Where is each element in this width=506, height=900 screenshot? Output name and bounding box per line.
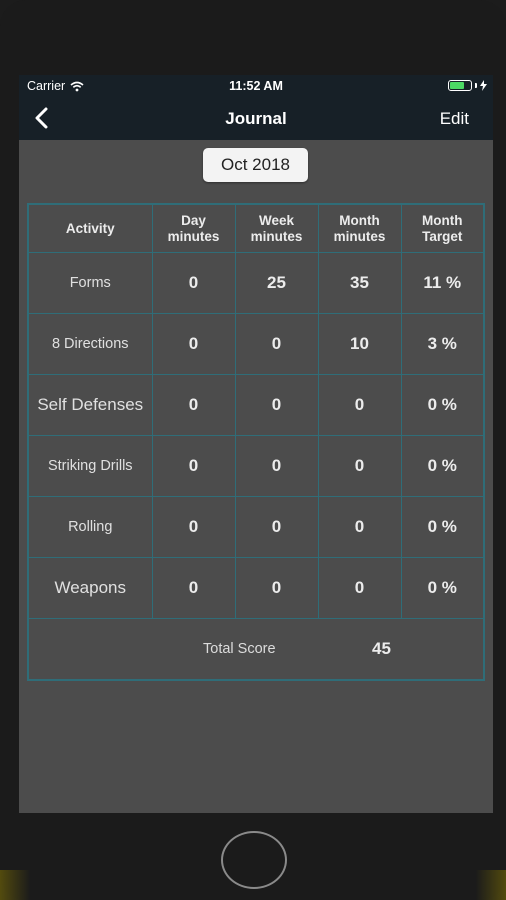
month-target-cell: 0 % bbox=[400, 374, 485, 436]
activity-cell: 8 Directions bbox=[27, 313, 153, 375]
day-minutes-cell: 0 bbox=[151, 374, 236, 436]
header-month-target: Month Target bbox=[400, 203, 485, 253]
month-minutes-cell: 0 bbox=[317, 374, 402, 436]
home-button[interactable] bbox=[221, 831, 287, 889]
charging-bolt-icon bbox=[480, 80, 487, 91]
table-row[interactable]: 8 Directions 0 0 10 3 % bbox=[27, 313, 485, 375]
table-header-row: Activity Day minutes Week minutes Month … bbox=[27, 203, 485, 253]
month-target-cell: 3 % bbox=[400, 313, 485, 375]
activity-cell: Rolling bbox=[27, 496, 153, 558]
phone-frame: Carrier 11:52 AM Journal Edit Oct 2018 A… bbox=[0, 0, 506, 900]
activity-cell: Forms bbox=[27, 252, 153, 314]
activity-cell: Weapons bbox=[27, 557, 153, 619]
month-target-cell: 11 % bbox=[400, 252, 485, 314]
month-target-cell: 0 % bbox=[400, 435, 485, 497]
week-minutes-cell: 0 bbox=[234, 557, 319, 619]
activity-cell: Self Defenses bbox=[27, 374, 153, 436]
month-minutes-cell: 35 bbox=[317, 252, 402, 314]
month-minutes-cell: 0 bbox=[317, 496, 402, 558]
table-row[interactable]: Self Defenses 0 0 0 0 % bbox=[27, 374, 485, 436]
week-minutes-cell: 0 bbox=[234, 435, 319, 497]
total-score-value: 45 bbox=[372, 639, 391, 658]
total-wrap: Total Score 45 bbox=[29, 619, 483, 679]
header-day-minutes: Day minutes bbox=[151, 203, 236, 253]
header-month-minutes-label: Month minutes bbox=[333, 212, 386, 244]
week-minutes-cell: 0 bbox=[234, 374, 319, 436]
header-week-minutes: Week minutes bbox=[234, 203, 319, 253]
month-target-cell: 0 % bbox=[400, 496, 485, 558]
app-screen: Carrier 11:52 AM Journal Edit Oct 2018 A… bbox=[19, 75, 493, 813]
status-bar: Carrier 11:52 AM bbox=[19, 75, 493, 97]
battery-icon bbox=[448, 80, 472, 91]
table-row[interactable]: Striking Drills 0 0 0 0 % bbox=[27, 435, 485, 497]
day-minutes-cell: 0 bbox=[151, 435, 236, 497]
day-minutes-cell: 0 bbox=[151, 252, 236, 314]
header-day-minutes-label: Day minutes bbox=[167, 212, 220, 244]
month-minutes-cell: 0 bbox=[317, 435, 402, 497]
total-cell: Total Score 45 bbox=[27, 618, 485, 681]
day-minutes-cell: 0 bbox=[151, 557, 236, 619]
table-row[interactable]: Weapons 0 0 0 0 % bbox=[27, 557, 485, 619]
page-title: Journal bbox=[225, 109, 287, 128]
total-score-label: Total Score bbox=[203, 641, 276, 657]
month-minutes-cell: 0 bbox=[317, 557, 402, 619]
header-week-minutes-label: Week minutes bbox=[250, 212, 303, 244]
header-month-target-label: Month Target bbox=[422, 212, 463, 244]
total-row: Total Score 45 bbox=[27, 618, 485, 681]
header-month-minutes: Month minutes bbox=[317, 203, 402, 253]
battery-cap bbox=[475, 83, 477, 88]
header-activity: Activity bbox=[27, 203, 153, 253]
week-minutes-cell: 0 bbox=[234, 496, 319, 558]
table-row[interactable]: Forms 0 25 35 11 % bbox=[27, 252, 485, 314]
table-row[interactable]: Rolling 0 0 0 0 % bbox=[27, 496, 485, 558]
status-time: 11:52 AM bbox=[229, 79, 283, 93]
edit-button[interactable]: Edit bbox=[440, 109, 469, 129]
battery-fill bbox=[450, 82, 464, 89]
month-minutes-cell: 10 bbox=[317, 313, 402, 375]
navigation-bar: Journal Edit bbox=[19, 97, 493, 140]
status-right bbox=[448, 80, 487, 91]
week-minutes-cell: 25 bbox=[234, 252, 319, 314]
activity-cell: Striking Drills bbox=[27, 435, 153, 497]
month-target-cell: 0 % bbox=[400, 557, 485, 619]
day-minutes-cell: 0 bbox=[151, 313, 236, 375]
journal-table: Activity Day minutes Week minutes Month … bbox=[27, 203, 485, 681]
month-selector-button[interactable]: Oct 2018 bbox=[203, 148, 308, 182]
week-minutes-cell: 0 bbox=[234, 313, 319, 375]
day-minutes-cell: 0 bbox=[151, 496, 236, 558]
